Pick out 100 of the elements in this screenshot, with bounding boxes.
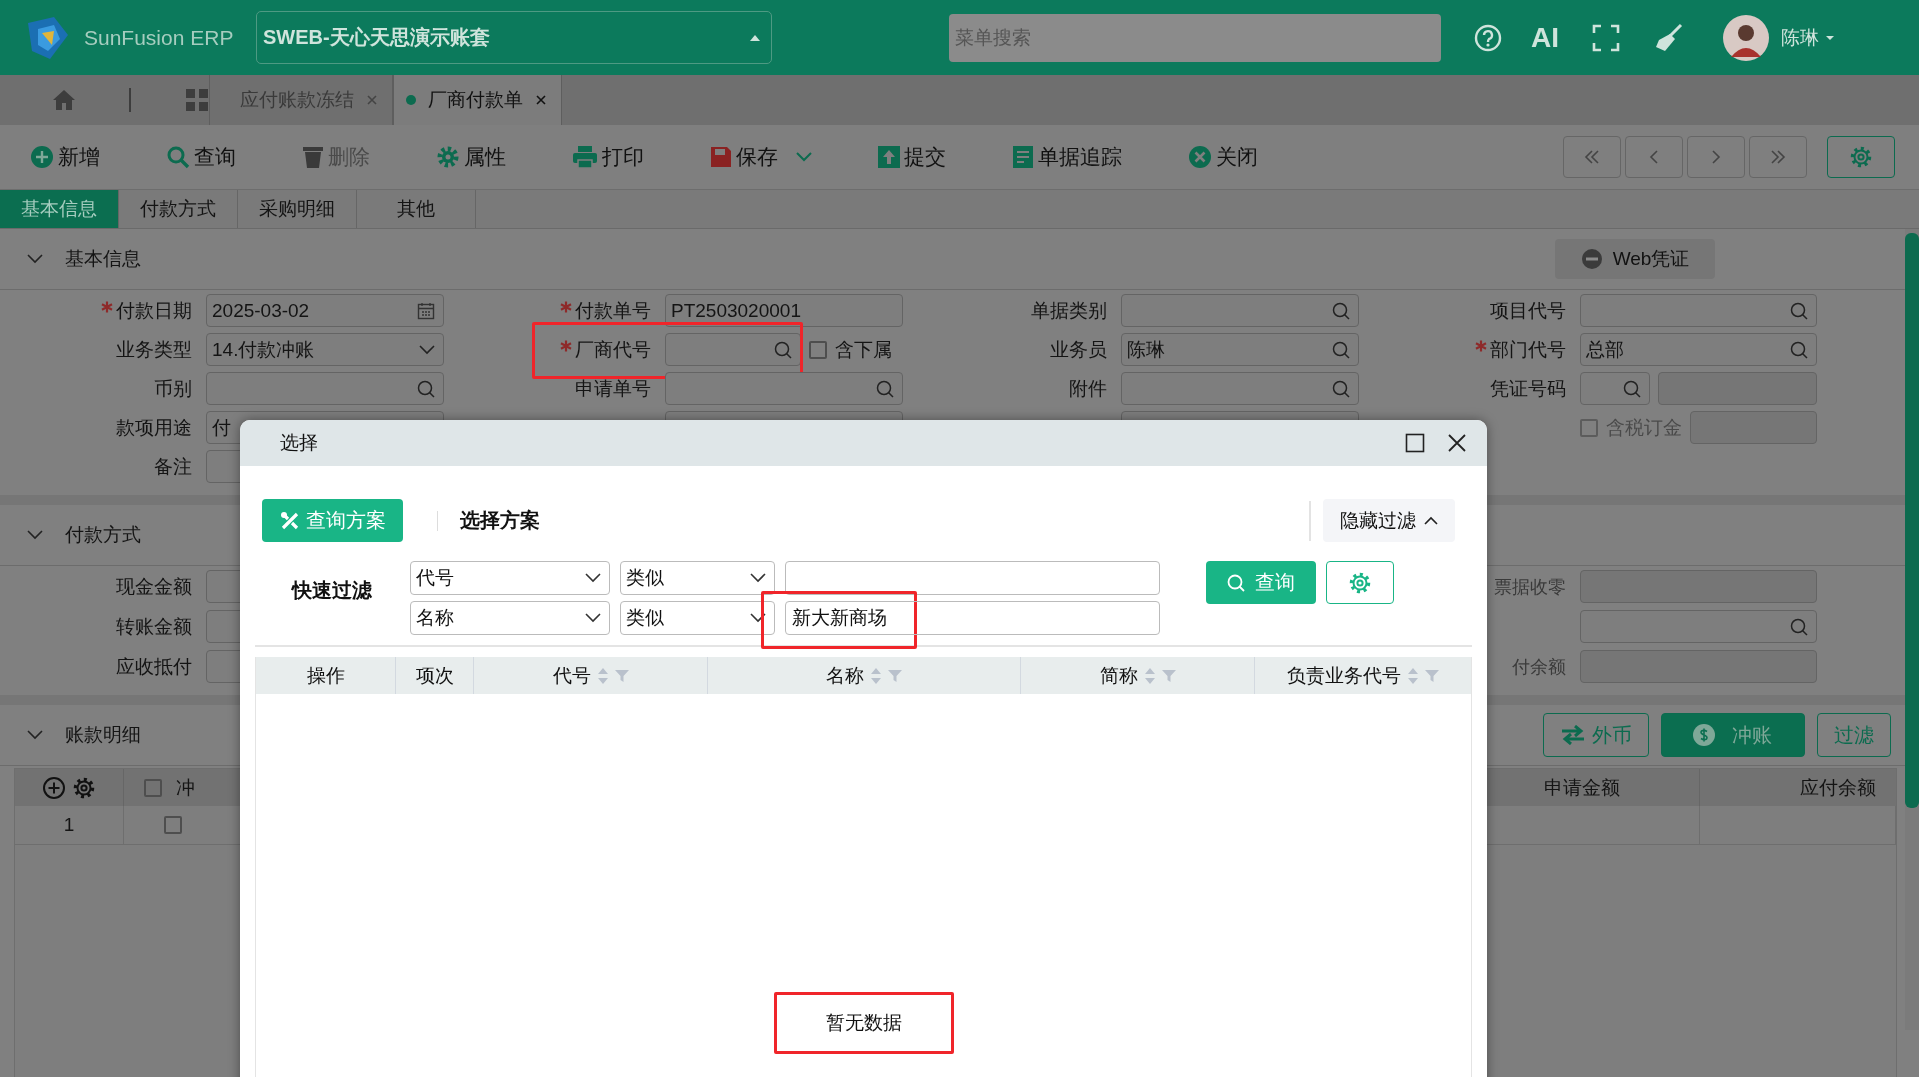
web-voucher-button[interactable]: Web凭证 — [1555, 239, 1715, 279]
caret-icon — [1825, 34, 1835, 41]
filter-icon[interactable] — [1161, 668, 1176, 683]
close-icon[interactable] — [1447, 433, 1467, 453]
close-circle-icon — [1188, 145, 1212, 169]
required-icon — [560, 300, 572, 313]
fullscreen-icon[interactable] — [1591, 22, 1621, 53]
app-name: SunFusion ERP — [84, 25, 235, 50]
section-title: 付款方式 — [65, 523, 141, 547]
checkbox-label: 含下属 — [835, 337, 892, 362]
section-tab[interactable]: 其他 — [357, 190, 476, 228]
select-field[interactable]: 14.付款冲账 — [206, 333, 444, 366]
sort-icon[interactable] — [596, 666, 609, 685]
dot-icon — [406, 95, 416, 105]
toolbar-button[interactable]: 单据追踪 — [1012, 143, 1122, 171]
search-icon[interactable] — [1623, 379, 1641, 398]
checkbox[interactable] — [144, 778, 162, 797]
maximize-icon[interactable] — [1405, 433, 1425, 453]
search-icon[interactable] — [876, 379, 894, 398]
search-icon[interactable] — [1332, 379, 1350, 398]
required-icon — [101, 300, 113, 313]
search-icon[interactable] — [1332, 301, 1350, 320]
checkbox[interactable] — [164, 816, 182, 834]
query-scheme-button[interactable]: 查询方案 — [262, 499, 403, 542]
input-field[interactable]: 陈琳 — [1121, 333, 1359, 366]
field-select[interactable]: 名称 — [410, 601, 610, 635]
search-icon[interactable] — [417, 379, 435, 398]
sort-icon[interactable] — [1143, 666, 1156, 685]
settings-button[interactable] — [1326, 561, 1394, 604]
chevron-icon[interactable] — [27, 254, 43, 264]
input-field[interactable]: 2025-03-02 — [206, 294, 444, 327]
settings-icon[interactable] — [72, 775, 96, 800]
broom-icon[interactable] — [1653, 22, 1685, 53]
first-page-button[interactable] — [1563, 136, 1621, 178]
toolbar-button[interactable]: 打印 — [572, 143, 644, 171]
chevron-down-icon — [585, 573, 601, 583]
field-label: 付款单号 — [560, 297, 651, 324]
input-field[interactable] — [1580, 610, 1817, 643]
checkbox[interactable] — [809, 340, 827, 359]
chevron-down-icon[interactable] — [419, 344, 435, 355]
input-field[interactable] — [665, 333, 801, 366]
section-tab[interactable]: 采购明细 — [238, 190, 357, 228]
empty-message: 暂无数据 — [825, 1011, 902, 1035]
toolbar-button[interactable]: 新增 — [30, 143, 100, 171]
toolbar-button[interactable]: 查询 — [166, 143, 236, 171]
toolbar-button[interactable]: 保存 — [710, 143, 812, 171]
chevron-icon[interactable] — [27, 530, 43, 540]
search-icon[interactable] — [774, 340, 792, 359]
field-label: 应收抵付 — [116, 654, 192, 679]
section-tab[interactable]: 基本信息 — [0, 190, 119, 228]
calendar-icon[interactable] — [417, 301, 435, 320]
help-icon[interactable] — [1473, 22, 1503, 53]
chevron-icon[interactable] — [27, 730, 43, 740]
input-field[interactable] — [1580, 372, 1650, 405]
last-page-button[interactable] — [1749, 136, 1807, 178]
input-field[interactable] — [1121, 372, 1359, 405]
operator-select[interactable]: 类似 — [620, 561, 775, 595]
field-label: 申请单号 — [575, 376, 651, 401]
field-select[interactable]: 代号 — [410, 561, 610, 595]
filter-value-field[interactable] — [785, 561, 1160, 595]
caret-icon — [749, 33, 761, 42]
operator-select[interactable]: 类似 — [620, 601, 775, 635]
document-tab[interactable]: 厂商付款单 — [393, 75, 562, 125]
next-button[interactable] — [1687, 136, 1745, 178]
query-button[interactable]: 查询 — [1206, 561, 1316, 604]
previous-button[interactable] — [1625, 136, 1683, 178]
sort-icon[interactable] — [1407, 666, 1419, 685]
search-icon[interactable] — [1790, 617, 1808, 636]
hide-filter-button[interactable]: 隐藏过滤 — [1323, 499, 1455, 542]
scrollbar-thumb[interactable] — [1905, 233, 1919, 808]
sort-icon[interactable] — [870, 666, 882, 685]
input-field[interactable]: 总部 — [1580, 333, 1817, 366]
add-row-icon[interactable] — [42, 775, 66, 800]
toolbar-button[interactable]: 属性 — [436, 143, 506, 171]
quick-filter-label: 快速过滤 — [292, 578, 372, 603]
input-field[interactable]: PT2503020001 — [665, 294, 903, 327]
filter-icon[interactable] — [1425, 668, 1439, 683]
section-tab[interactable]: 付款方式 — [119, 190, 238, 228]
filter-icon[interactable] — [614, 668, 629, 683]
toolbar-button[interactable]: 关闭 — [1188, 143, 1258, 171]
ledger-button[interactable]: 冲账 — [1661, 713, 1805, 757]
chevron-down-icon — [750, 573, 766, 583]
home-icon[interactable] — [51, 88, 77, 112]
input-field[interactable] — [206, 372, 444, 405]
filter-icon[interactable] — [888, 668, 902, 683]
input-field[interactable] — [1121, 294, 1359, 327]
avatar[interactable] — [1723, 14, 1769, 61]
grid-icon[interactable] — [185, 88, 209, 112]
field-label: 款项用途 — [116, 415, 192, 440]
toolbar-button[interactable]: 提交 — [878, 143, 946, 171]
search-icon[interactable] — [1790, 340, 1808, 359]
user-menu[interactable]: 陈琳 — [1781, 24, 1835, 51]
account-select[interactable]: SWEB-天心天思演示账套 — [256, 11, 772, 64]
input-field[interactable] — [665, 372, 903, 405]
filter-value-field[interactable]: 新大新商场 — [785, 601, 1160, 635]
settings-button[interactable] — [1827, 136, 1895, 178]
ai-button[interactable]: AI — [1531, 21, 1559, 54]
input-field[interactable] — [1580, 294, 1817, 327]
search-icon[interactable] — [1332, 340, 1350, 359]
search-icon[interactable] — [1790, 301, 1808, 320]
